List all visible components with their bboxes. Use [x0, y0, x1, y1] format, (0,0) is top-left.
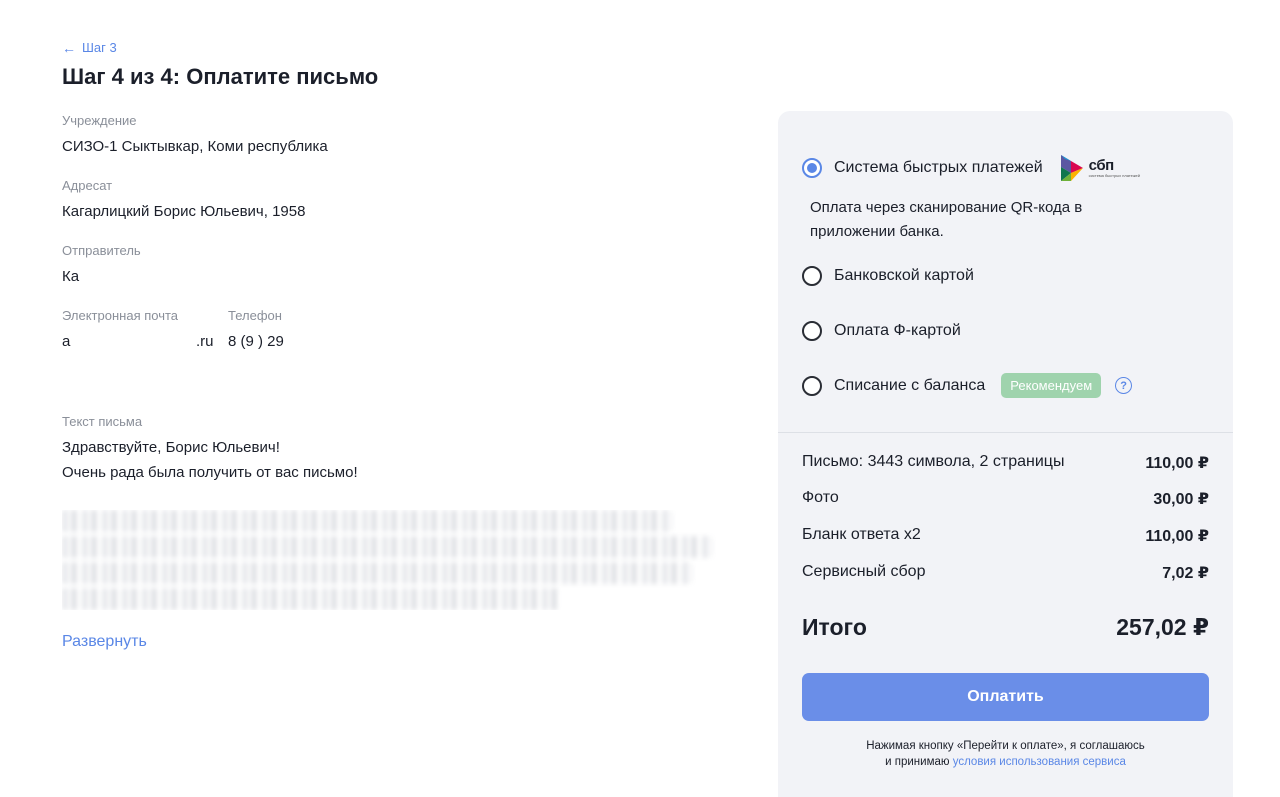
agreement-line-2: и принимаю: [885, 756, 950, 768]
payment-option-f-card[interactable]: Оплата Ф-картой: [802, 321, 961, 341]
letter-line-2: Очень рада была получить от вас письмо!: [62, 464, 358, 481]
total-label: Итого: [802, 614, 867, 640]
divider: [778, 432, 1233, 433]
summary-row-service-fee-amount: 7,02 ₽: [1162, 565, 1209, 582]
letter-label: Текст письма: [62, 414, 143, 429]
letter-line-1: Здравствуйте, Борис Юльевич!: [62, 439, 280, 456]
payment-option-sbp[interactable]: Система быстрых платежей сбп система быс…: [802, 153, 1140, 183]
summary-row-service-fee: Сервисный сбор 7,02 ₽: [802, 563, 1209, 583]
summary-row-letter-amount: 110,00 ₽: [1145, 455, 1209, 472]
summary-row-service-fee-label: Сервисный сбор: [802, 563, 926, 580]
pay-button[interactable]: Оплатить: [802, 673, 1209, 721]
summary-row-photo: Фото 30,00 ₽: [802, 489, 1209, 509]
radio-unchecked-icon[interactable]: [802, 321, 822, 341]
radio-checked-icon[interactable]: [802, 158, 822, 178]
expand-link[interactable]: Развернуть: [62, 633, 147, 651]
agreement-text: Нажимая кнопку «Перейти к оплате», я сог…: [802, 738, 1209, 770]
sbp-description: Оплата через сканирование QR-кода в прил…: [810, 199, 1083, 240]
email-value-end: .ru: [196, 333, 214, 350]
payment-panel: Система быстрых платежей сбп система быс…: [778, 111, 1233, 797]
radio-unchecked-icon[interactable]: [802, 266, 822, 286]
recipient-value: Кагарлицкий Борис Юльевич, 1958: [62, 203, 306, 220]
institution-label: Учреждение: [62, 113, 137, 128]
help-icon[interactable]: ?: [1115, 377, 1133, 394]
sbp-logo: сбп система быстрых платежей: [1059, 153, 1140, 183]
recipient-label: Адресат: [62, 178, 113, 193]
total-amount: 257,02 ₽: [1116, 614, 1209, 640]
phone-value: 8 (9 ) 29: [228, 333, 284, 350]
payment-option-card-label: Банковской картой: [834, 267, 974, 284]
sender-value: Ка: [62, 268, 80, 285]
letter-blurred-text: [62, 510, 722, 610]
email-label: Электронная почта: [62, 308, 179, 323]
institution-value: СИЗО-1 Сыктывкар, Коми республика: [62, 138, 328, 155]
agreement-line-1: Нажимая кнопку «Перейти к оплате», я сог…: [866, 740, 1145, 752]
email-value-start: a: [62, 333, 71, 350]
recommend-badge: Рекомендуем: [1001, 373, 1102, 398]
summary-row-photo-amount: 30,00 ₽: [1153, 491, 1209, 508]
payment-option-card[interactable]: Банковской картой: [802, 266, 974, 286]
back-link[interactable]: ← Шаг 3: [62, 40, 117, 55]
sbp-logo-text: сбп: [1088, 157, 1114, 174]
payment-option-sbp-label: Система быстрых платежей: [834, 159, 1043, 176]
payment-option-balance-label: Списание с баланса: [834, 376, 986, 394]
radio-unchecked-icon[interactable]: [802, 375, 822, 396]
summary-row-letter: Письмо: 3443 символа, 2 страницы 110,00 …: [802, 453, 1209, 473]
terms-link[interactable]: условия использования сервиса: [953, 756, 1126, 768]
payment-option-balance[interactable]: Списание с баланса Рекомендуем ?: [802, 373, 1133, 398]
summary-row-reply-form-amount: 110,00 ₽: [1145, 528, 1209, 545]
summary-row-reply-form-label: Бланк ответа x2: [802, 526, 921, 543]
sender-label: Отправитель: [62, 243, 141, 258]
back-link-label: Шаг 3: [82, 40, 117, 55]
summary-row-reply-form: Бланк ответа x2 110,00 ₽: [802, 526, 1209, 546]
page-title: Шаг 4 из 4: Оплатите письмо: [62, 64, 379, 89]
summary-row-photo-label: Фото: [802, 489, 839, 506]
total-row: Итого 257,02 ₽: [802, 614, 1209, 641]
arrow-left-icon: ←: [62, 39, 76, 56]
summary-row-letter-label: Письмо: 3443 символа, 2 страницы: [802, 453, 1065, 470]
sbp-logo-sub: система быстрых платежей: [1088, 173, 1140, 178]
phone-label: Телефон: [228, 308, 282, 323]
payment-option-f-card-label: Оплата Ф-картой: [834, 322, 961, 339]
sbp-logo-icon: [1060, 155, 1083, 181]
